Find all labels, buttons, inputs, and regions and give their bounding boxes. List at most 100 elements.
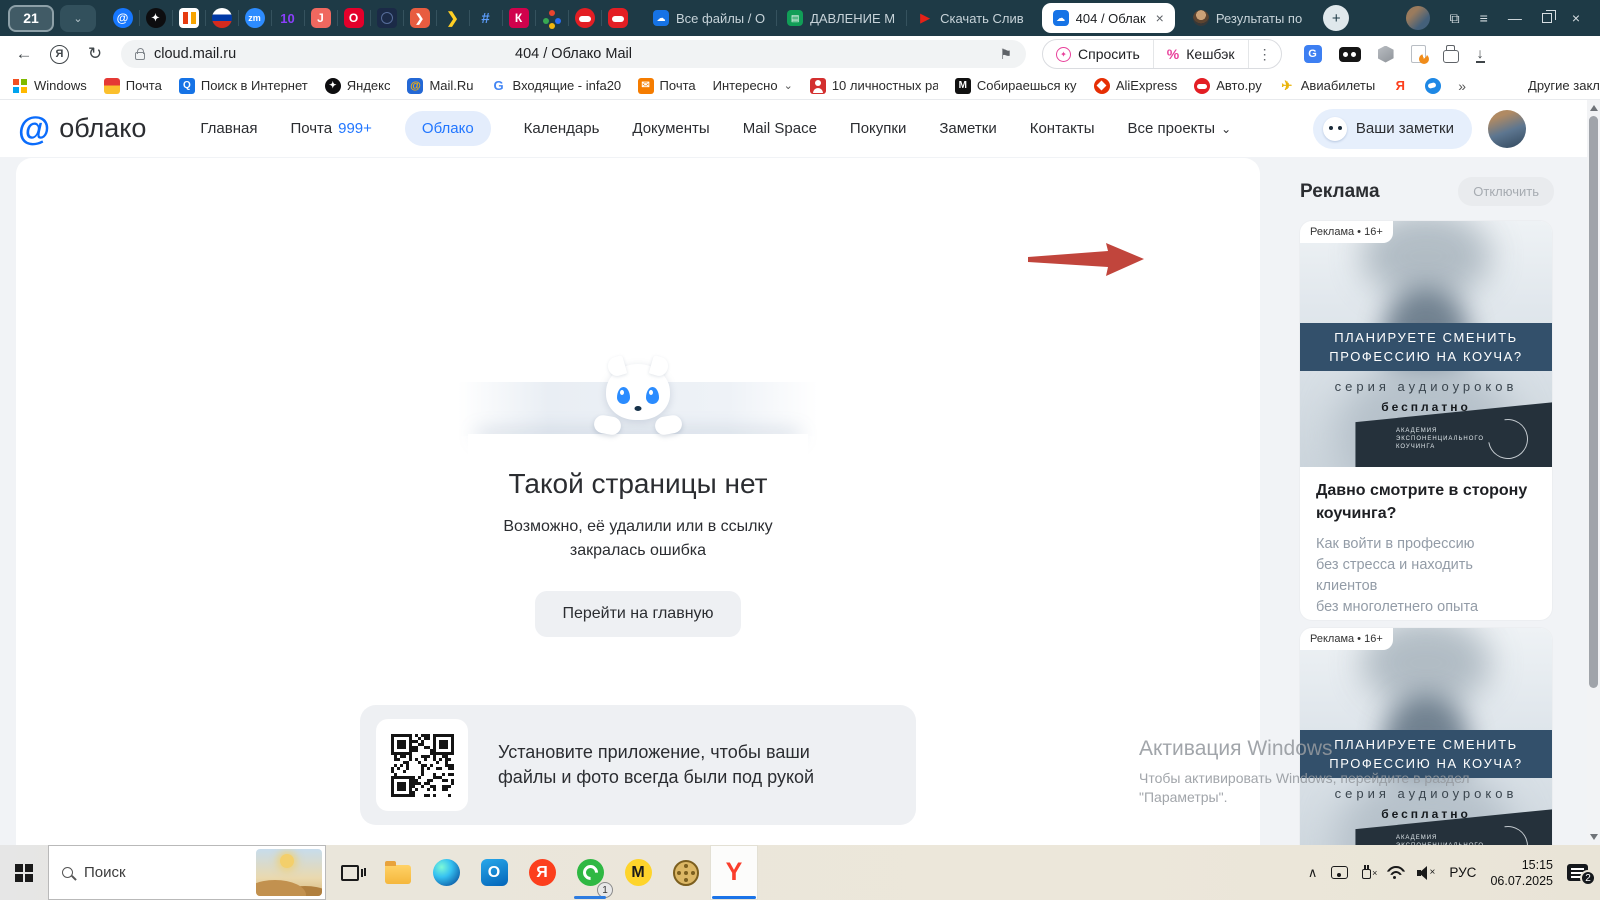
pinned-tab-ozon[interactable]: O xyxy=(337,0,370,36)
bookmark-search[interactable]: QПоиск в Интернет xyxy=(179,78,308,94)
tab-document[interactable]: ▤ ДАВЛЕНИЕ М xyxy=(776,0,906,36)
bookmark-yandex[interactable]: ✦Яндекс xyxy=(325,78,391,94)
market-button[interactable]: M xyxy=(614,845,662,900)
yandex-button[interactable]: Я xyxy=(518,845,566,900)
scrollbar-thumb[interactable] xyxy=(1589,116,1598,688)
pinned-tab-hashtag[interactable]: # xyxy=(469,0,502,36)
close-window-button[interactable]: × xyxy=(1572,10,1580,26)
close-tab-icon[interactable]: × xyxy=(1156,10,1164,26)
nav-cloud-active[interactable]: Облако xyxy=(405,111,491,146)
scroll-down-icon[interactable] xyxy=(1590,834,1598,840)
edge-button[interactable] xyxy=(422,845,470,900)
bookmark-m[interactable]: MСобираешься куп xyxy=(955,78,1077,94)
file-explorer-button[interactable] xyxy=(374,845,422,900)
outlook-button[interactable]: O xyxy=(470,845,518,900)
task-view-button[interactable] xyxy=(326,845,374,900)
tab-all-files[interactable]: ☁ Все файлы / О xyxy=(642,0,776,36)
bookmark-mail-red[interactable]: Почта xyxy=(104,78,162,94)
your-notes-button[interactable]: Ваши заметки xyxy=(1313,109,1472,149)
pinned-tab-cards[interactable] xyxy=(172,0,205,36)
hidden-icons-chevron[interactable]: ∧ xyxy=(1308,865,1318,881)
nav-contacts[interactable]: Контакты xyxy=(1030,120,1095,137)
cashback-button[interactable]: % Кешбэк xyxy=(1153,40,1248,68)
bookmark-avto-ru[interactable]: Авто.ру xyxy=(1194,78,1262,94)
cube-extension-icon[interactable] xyxy=(1378,46,1394,63)
film-app-button[interactable] xyxy=(662,845,710,900)
bookmark-aliexpress[interactable]: AliExpress xyxy=(1094,78,1177,94)
pill-more-button[interactable]: ⋮ xyxy=(1248,40,1281,68)
pinned-tab-orange-arrow[interactable]: ❯ xyxy=(403,0,436,36)
wifi-icon[interactable] xyxy=(1385,866,1403,879)
bookmark-avia[interactable]: ✈Авиабилеты xyxy=(1279,78,1375,94)
pinned-tab-mailru[interactable]: @ xyxy=(106,0,139,36)
bookmark-blue[interactable] xyxy=(1425,78,1441,94)
clock[interactable]: 15:15 06.07.2025 xyxy=(1490,857,1553,889)
pinned-tab-yandex-plus[interactable]: ✦ xyxy=(139,0,172,36)
back-button[interactable]: ← xyxy=(14,44,34,64)
start-button[interactable] xyxy=(0,845,48,900)
new-tab-button[interactable]: + xyxy=(1323,5,1349,31)
side-panel-icon[interactable]: ⧉ xyxy=(1450,10,1460,27)
page-scrollbar[interactable] xyxy=(1587,100,1600,845)
weather-widget-icon[interactable] xyxy=(256,849,322,896)
cast-icon[interactable] xyxy=(1331,866,1348,879)
yandex-home-button[interactable]: Я xyxy=(50,45,69,64)
doc-extension-icon[interactable] xyxy=(1411,45,1426,63)
pinned-tab-car-circle[interactable] xyxy=(568,0,601,36)
downloads-icon[interactable]: ↓ xyxy=(1476,46,1485,63)
pinned-tab-yellow-arrow[interactable]: ❯ xyxy=(436,0,469,36)
nav-main[interactable]: Главная xyxy=(200,120,257,137)
pinned-tab-flag[interactable] xyxy=(205,0,238,36)
translate-extension-icon[interactable]: G xyxy=(1304,45,1322,63)
collections-icon[interactable] xyxy=(1443,50,1459,63)
pinned-tab-j[interactable]: J xyxy=(304,0,337,36)
ask-button[interactable]: ✦ Спросить xyxy=(1043,40,1153,68)
tab-search-results[interactable]: Результаты по xyxy=(1182,0,1313,36)
nav-mailspace[interactable]: Mail Space xyxy=(743,120,817,137)
cloud-logo[interactable]: @ облако xyxy=(18,112,146,145)
nav-all-projects[interactable]: Все проекты⌄ xyxy=(1128,120,1232,137)
bookmark-personal[interactable]: 10 личностных ра xyxy=(810,78,938,94)
tab-counter-button[interactable]: 21 xyxy=(8,5,54,32)
nav-mail[interactable]: Почта999+ xyxy=(290,120,371,137)
pinned-tab-avto-ru[interactable] xyxy=(601,0,634,36)
whatsapp-button[interactable]: 1 xyxy=(566,845,614,900)
go-home-button[interactable]: Перейти на главную xyxy=(535,591,740,637)
tab-404-cloud-active[interactable]: ☁ 404 / Облак × xyxy=(1042,3,1175,33)
menu-icon[interactable]: ≡ xyxy=(1480,10,1488,26)
volume-muted-icon[interactable]: × xyxy=(1417,866,1435,879)
bookmark-windows[interactable]: Windows xyxy=(12,78,87,94)
maximize-button[interactable] xyxy=(1542,13,1552,23)
yandex-browser-button[interactable]: Y xyxy=(710,845,758,900)
pinned-tab-kinopoisk[interactable]: К xyxy=(502,0,535,36)
bookmark-mail-orange[interactable]: ✉Почта xyxy=(638,78,696,94)
bookmark-mailru[interactable]: @Mail.Ru xyxy=(407,78,473,94)
minimize-button[interactable]: — xyxy=(1508,10,1522,26)
nav-shopping[interactable]: Покупки xyxy=(850,120,906,137)
power-plug-icon[interactable] xyxy=(1362,869,1371,879)
reload-button[interactable]: ↻ xyxy=(85,44,105,64)
bookmark-gmail[interactable]: GВходящие - infa20 xyxy=(491,78,621,94)
nav-calendar[interactable]: Календарь xyxy=(524,120,600,137)
bookmark-flag-icon[interactable]: ⚑ xyxy=(999,46,1012,63)
nav-documents[interactable]: Документы xyxy=(632,120,709,137)
tab-list-chevron-button[interactable]: ⌄ xyxy=(60,5,96,32)
pinned-tab-dark[interactable] xyxy=(370,0,403,36)
nav-notes[interactable]: Заметки xyxy=(939,120,996,137)
bookmark-folder-interesting[interactable]: Интересно⌄ xyxy=(713,78,793,93)
taskbar-search-box[interactable]: Поиск xyxy=(48,845,326,900)
ad-card[interactable]: Реклама • 16+ ПЛАНИРУЕТЕ СМЕНИТЬ ПРОФЕСС… xyxy=(1300,221,1552,620)
profile-avatar[interactable] xyxy=(1406,6,1430,30)
tab-download[interactable]: ▶ Скачать Слив xyxy=(906,0,1035,36)
other-bookmarks-button[interactable]: Другие закладки ⌄ xyxy=(1528,78,1600,93)
bookmark-ya[interactable]: Я xyxy=(1392,78,1408,94)
notification-center-icon[interactable]: 2 xyxy=(1567,864,1588,881)
url-field[interactable]: cloud.mail.ru 404 / Облако Mail ⚑ xyxy=(121,40,1026,68)
disable-ads-button[interactable]: Отключить xyxy=(1458,177,1554,206)
user-avatar[interactable] xyxy=(1488,110,1526,148)
pinned-tab-dots[interactable] xyxy=(535,0,568,36)
scroll-up-icon[interactable] xyxy=(1590,105,1598,111)
bookmarks-overflow-icon[interactable]: » xyxy=(1458,78,1466,94)
language-indicator[interactable]: РУС xyxy=(1449,865,1476,880)
pinned-tab-zoom[interactable]: zm xyxy=(238,0,271,36)
